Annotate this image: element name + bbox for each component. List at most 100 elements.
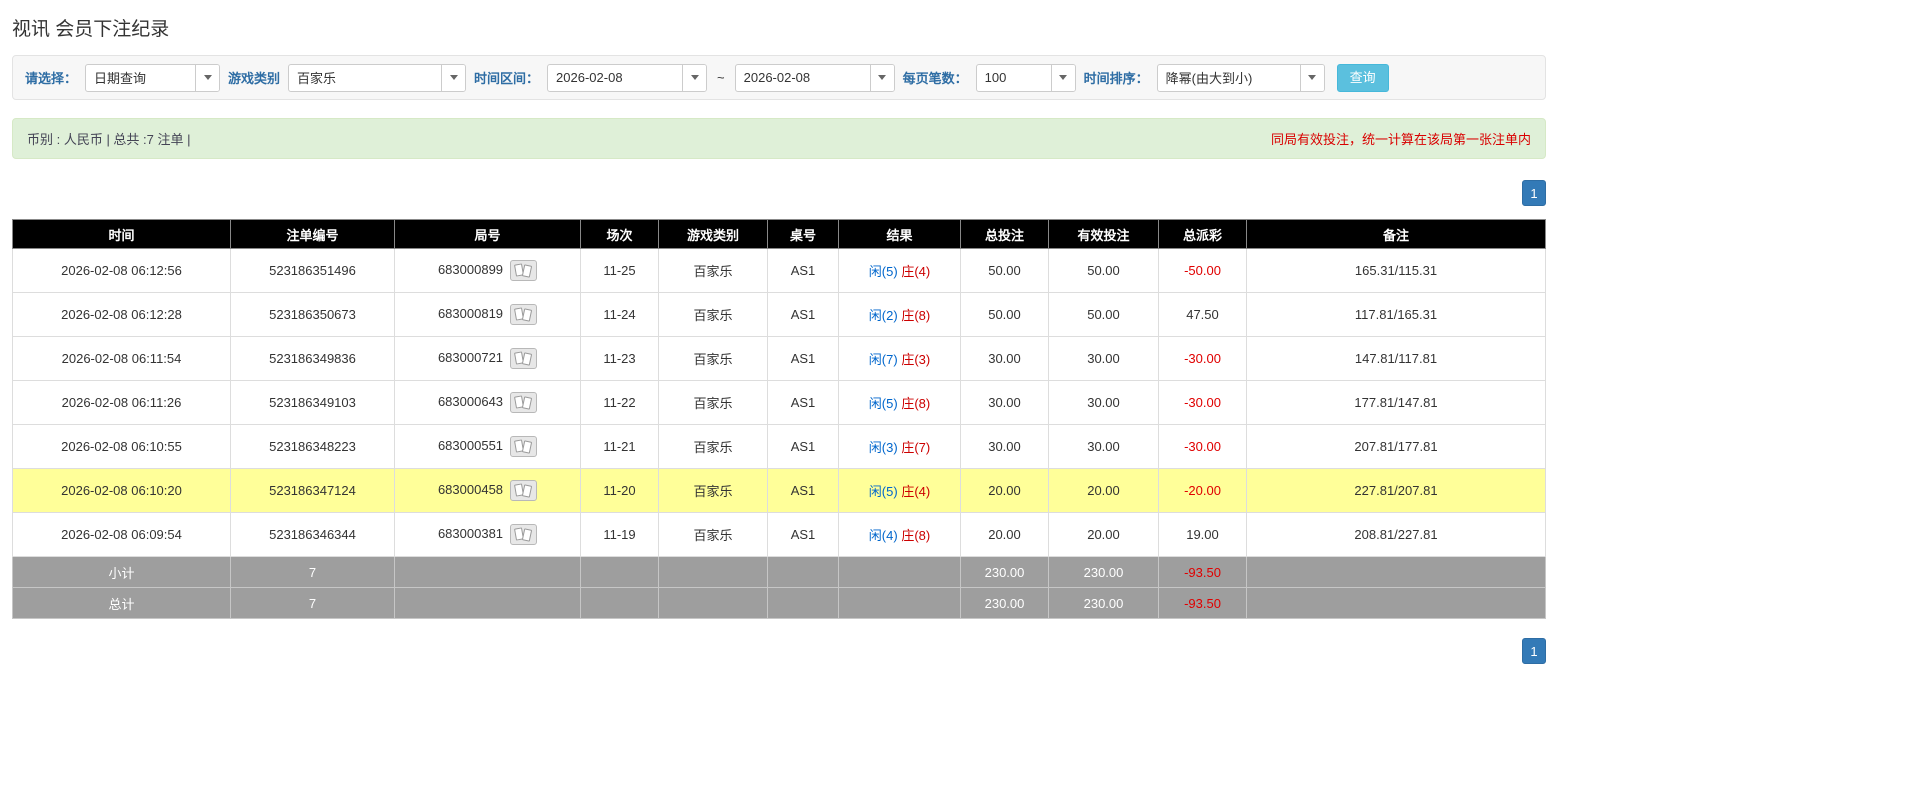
page-size-label: 每页笔数： — [903, 68, 968, 87]
subtotal-total-bet: 230.00 — [961, 557, 1049, 588]
valid-bet-notice: 同局有效投注，统一计算在该局第一张注单内 — [1271, 129, 1531, 148]
header-remark: 备注 — [1247, 220, 1546, 249]
total-bet-link[interactable]: 20.00 — [961, 513, 1049, 557]
cards-preview-icon[interactable] — [510, 392, 537, 413]
cards-preview-icon[interactable] — [510, 304, 537, 325]
pagination-page-1[interactable]: 1 — [1522, 180, 1546, 206]
date-to-select[interactable]: 2026-02-08 — [735, 64, 895, 92]
time-cell: 2026-02-08 06:09:54 — [13, 513, 231, 557]
round-id-cell: 683000721 — [395, 337, 581, 381]
chevron-down-icon[interactable] — [870, 65, 894, 91]
query-type-label: 请选择： — [25, 68, 77, 87]
player-result: 闲(5) — [869, 264, 898, 279]
game-type-select[interactable]: 百家乐 — [288, 64, 466, 92]
session-cell: 11-19 — [581, 513, 659, 557]
header-time: 时间 — [13, 220, 231, 249]
round-id: 683000643 — [438, 394, 503, 409]
table-row: 2026-02-08 06:09:54 523186346344 6830003… — [13, 513, 1546, 557]
filter-bar: 请选择： 日期查询 游戏类别 百家乐 时间区间： 2026-02-08 ~ 20… — [12, 55, 1546, 100]
total-bet-link[interactable]: 50.00 — [961, 249, 1049, 293]
time-cell: 2026-02-08 06:12:28 — [13, 293, 231, 337]
pagination-top: 1 — [12, 180, 1546, 206]
empty-cell — [395, 557, 581, 588]
round-id-cell: 683000643 — [395, 381, 581, 425]
page-size-select[interactable]: 100 — [976, 64, 1076, 92]
empty-cell — [659, 588, 768, 619]
betting-records-table: 时间 注单编号 局号 场次 游戏类别 桌号 结果 总投注 有效投注 总派彩 备注… — [12, 219, 1546, 619]
pagination-page-1[interactable]: 1 — [1522, 638, 1546, 664]
header-session: 场次 — [581, 220, 659, 249]
total-bet-link[interactable]: 30.00 — [961, 337, 1049, 381]
banker-result: 庄(8) — [901, 396, 930, 411]
grand-total-row: 总计 7 230.00 230.00 -93.50 — [13, 588, 1546, 619]
empty-cell — [395, 588, 581, 619]
empty-cell — [768, 557, 839, 588]
total-total-bet: 230.00 — [961, 588, 1049, 619]
chevron-down-icon[interactable] — [195, 65, 219, 91]
chevron-down-icon[interactable] — [1051, 65, 1075, 91]
total-valid-bet: 230.00 — [1049, 588, 1159, 619]
total-bet-link[interactable]: 30.00 — [961, 425, 1049, 469]
remark-cell: 117.81/165.31 — [1247, 293, 1546, 337]
empty-cell — [659, 557, 768, 588]
table-no-cell: AS1 — [768, 293, 839, 337]
table-no-cell: AS1 — [768, 337, 839, 381]
page-title: 视讯 会员下注纪录 — [12, 14, 1546, 41]
cards-preview-icon[interactable] — [510, 436, 537, 457]
empty-cell — [768, 588, 839, 619]
empty-cell — [581, 557, 659, 588]
session-cell: 11-21 — [581, 425, 659, 469]
date-from-select[interactable]: 2026-02-08 — [547, 64, 707, 92]
round-id: 683000721 — [438, 350, 503, 365]
round-id-cell: 683000551 — [395, 425, 581, 469]
cards-preview-icon[interactable] — [510, 524, 537, 545]
time-sort-select[interactable]: 降幂(由大到小) — [1157, 64, 1325, 92]
time-range-label: 时间区间： — [474, 68, 539, 87]
cards-preview-icon[interactable] — [510, 348, 537, 369]
total-payout: -93.50 — [1159, 588, 1247, 619]
banker-result: 庄(4) — [901, 264, 930, 279]
session-cell: 11-20 — [581, 469, 659, 513]
header-valid-bet: 有效投注 — [1049, 220, 1159, 249]
remark-cell: 177.81/147.81 — [1247, 381, 1546, 425]
banker-result: 庄(4) — [901, 484, 930, 499]
empty-cell — [581, 588, 659, 619]
bet-id-cell: 523186347124 — [231, 469, 395, 513]
cards-preview-icon[interactable] — [510, 260, 537, 281]
chevron-down-icon[interactable] — [1300, 65, 1324, 91]
search-button[interactable]: 查询 — [1337, 64, 1389, 92]
subtotal-valid-bet: 230.00 — [1049, 557, 1159, 588]
game-type-label: 游戏类别 — [228, 68, 280, 87]
table-no-cell: AS1 — [768, 425, 839, 469]
cards-preview-icon[interactable] — [510, 480, 537, 501]
round-id: 683000899 — [438, 262, 503, 277]
valid-bet-cell: 50.00 — [1049, 293, 1159, 337]
chevron-down-icon[interactable] — [682, 65, 706, 91]
chevron-down-icon[interactable] — [441, 65, 465, 91]
remark-cell: 207.81/177.81 — [1247, 425, 1546, 469]
total-bet-link[interactable]: 50.00 — [961, 293, 1049, 337]
subtotal-row: 小计 7 230.00 230.00 -93.50 — [13, 557, 1546, 588]
table-row: 2026-02-08 06:12:56 523186351496 6830008… — [13, 249, 1546, 293]
header-game-type: 游戏类别 — [659, 220, 768, 249]
banker-result: 庄(8) — [901, 308, 930, 323]
header-round-id: 局号 — [395, 220, 581, 249]
result-cell: 闲(5) 庄(4) — [839, 249, 961, 293]
game-type-cell: 百家乐 — [659, 249, 768, 293]
result-cell: 闲(3) 庄(7) — [839, 425, 961, 469]
banker-result: 庄(3) — [901, 352, 930, 367]
query-type-select[interactable]: 日期查询 — [85, 64, 220, 92]
empty-cell — [839, 557, 961, 588]
time-sort-label: 时间排序： — [1084, 68, 1149, 87]
table-row: 2026-02-08 06:10:20 523186347124 6830004… — [13, 469, 1546, 513]
table-row: 2026-02-08 06:11:26 523186349103 6830006… — [13, 381, 1546, 425]
total-bet-link[interactable]: 30.00 — [961, 381, 1049, 425]
bet-id-cell: 523186348223 — [231, 425, 395, 469]
game-type-cell: 百家乐 — [659, 337, 768, 381]
bet-id-cell: 523186349836 — [231, 337, 395, 381]
bet-id-cell: 523186349103 — [231, 381, 395, 425]
subtotal-label: 小计 — [13, 557, 231, 588]
total-bet-link[interactable]: 20.00 — [961, 469, 1049, 513]
player-result: 闲(3) — [869, 440, 898, 455]
header-table-no: 桌号 — [768, 220, 839, 249]
